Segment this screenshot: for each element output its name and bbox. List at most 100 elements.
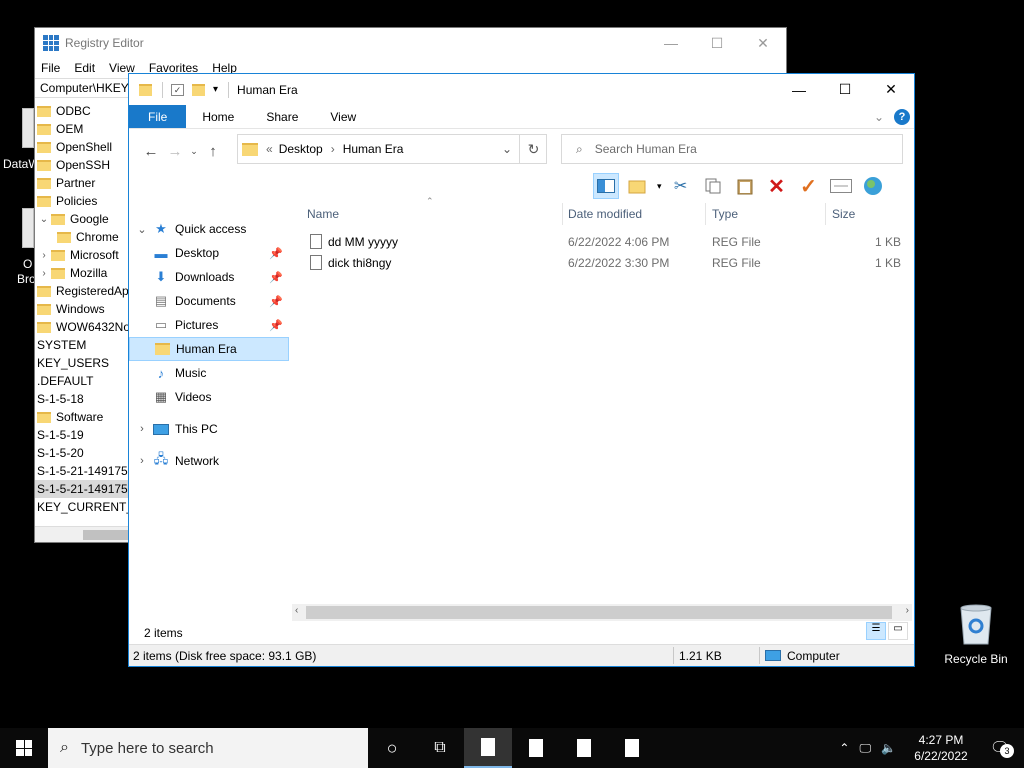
column-size[interactable]: Size: [832, 207, 855, 221]
registry-key[interactable]: RegisteredApp: [35, 282, 131, 300]
taskbar-app-3[interactable]: [560, 728, 608, 768]
taskbar-search-input[interactable]: ⌕ Type here to search: [48, 728, 368, 768]
preview-pane-icon[interactable]: [593, 173, 619, 199]
registry-key[interactable]: S-1-5-21-1491751: [35, 462, 131, 480]
new-folder-icon[interactable]: [192, 83, 205, 96]
search-input[interactable]: ⌕ Search Human Era: [561, 134, 903, 164]
column-type[interactable]: Type: [712, 207, 738, 221]
tab-share[interactable]: Share: [250, 105, 314, 128]
nav-item-downloads[interactable]: ⬇ Downloads 📌: [129, 265, 289, 289]
forward-icon[interactable]: →: [163, 143, 187, 160]
column-date-modified[interactable]: Date modified: [568, 207, 642, 221]
cortana-icon[interactable]: ○: [368, 728, 416, 768]
copy-icon[interactable]: [700, 173, 726, 199]
recycle-bin[interactable]: Recycle Bin: [940, 600, 1012, 666]
registry-key[interactable]: ODBC: [35, 102, 131, 120]
scroll-right-icon[interactable]: ›: [906, 605, 909, 616]
taskbar-app-4[interactable]: [608, 728, 656, 768]
network[interactable]: › 🖧 Network: [129, 449, 289, 473]
task-view-icon[interactable]: ⧉: [416, 728, 464, 768]
breadcrumb-desktop[interactable]: Desktop: [279, 142, 323, 156]
folder-options-icon[interactable]: [625, 173, 651, 199]
file-explorer-window[interactable]: ✓ ▾ Human Era — ☐ ✕ File Home Share View…: [128, 73, 915, 667]
nav-item-pictures[interactable]: ▭ Pictures 📌: [129, 313, 289, 337]
registry-key[interactable]: S-1-5-18: [35, 390, 131, 408]
customize-qat-icon[interactable]: ▾: [213, 84, 218, 95]
help-icon[interactable]: ?: [894, 108, 910, 125]
minimize-icon[interactable]: —: [648, 28, 694, 58]
registry-key[interactable]: .DEFAULT: [35, 372, 131, 390]
desktop-icon-partial-2[interactable]: [22, 208, 34, 248]
registry-key[interactable]: SYSTEM: [35, 336, 131, 354]
registry-key[interactable]: › Microsoft: [35, 246, 131, 264]
cut-icon[interactable]: ✂: [668, 173, 694, 199]
tab-home[interactable]: Home: [186, 105, 250, 128]
volume-icon[interactable]: 🔈: [881, 741, 896, 755]
this-pc[interactable]: › This PC: [129, 417, 289, 441]
start-button[interactable]: [0, 728, 48, 768]
registry-tree-scrollbar[interactable]: [35, 526, 131, 542]
properties-icon[interactable]: ✓: [171, 83, 184, 96]
registry-key[interactable]: Partner: [35, 174, 131, 192]
menu-edit[interactable]: Edit: [74, 61, 95, 75]
properties-icon[interactable]: [828, 173, 854, 199]
pin-icon[interactable]: 📌: [269, 319, 283, 332]
registry-key[interactable]: S-1-5-19: [35, 426, 131, 444]
quick-access[interactable]: ⌄ ★ Quick access: [129, 217, 289, 241]
pin-icon[interactable]: 📌: [269, 295, 283, 308]
scroll-left-icon[interactable]: ‹: [295, 605, 298, 616]
maximize-icon[interactable]: ☐: [694, 28, 740, 58]
chevron-down-icon[interactable]: ⌄: [135, 223, 149, 236]
nav-item-documents[interactable]: ▤ Documents 📌: [129, 289, 289, 313]
up-icon[interactable]: ↑: [201, 143, 225, 160]
chevron-right-icon[interactable]: ›: [135, 455, 149, 467]
registry-key[interactable]: OpenShell: [35, 138, 131, 156]
network-icon[interactable]: 🖵: [859, 741, 871, 756]
registry-key[interactable]: Policies: [35, 192, 131, 210]
details-view-icon[interactable]: ☰: [866, 622, 886, 640]
notification-center[interactable]: 🗨 3: [986, 738, 1014, 758]
registry-key[interactable]: › Mozilla: [35, 264, 131, 282]
address-overflow[interactable]: «: [266, 142, 273, 156]
registry-key[interactable]: ⌄ Google: [35, 210, 131, 228]
nav-item-human-era[interactable]: Human Era: [129, 337, 289, 361]
show-hidden-icons-icon[interactable]: ⌃: [839, 741, 849, 755]
delete-icon[interactable]: ✕: [764, 173, 790, 199]
pin-icon[interactable]: 📌: [269, 271, 283, 284]
breadcrumb-separator-icon[interactable]: ›: [331, 142, 335, 156]
options-dropdown-icon[interactable]: ▾: [657, 181, 662, 192]
address-bar[interactable]: « Desktop › Human Era ⌄: [237, 134, 547, 164]
chevron-right-icon[interactable]: ›: [135, 423, 149, 435]
file-row[interactable]: dd MM yyyyy 6/22/2022 4:06 PM REG File 1 KB: [292, 231, 912, 252]
registry-key[interactable]: Windows: [35, 300, 131, 318]
maximize-icon[interactable]: ☐: [822, 74, 868, 105]
registry-key[interactable]: S-1-5-21-1491751: [35, 480, 131, 498]
chevron-right-icon[interactable]: ›: [39, 250, 49, 261]
minimize-icon[interactable]: —: [776, 74, 822, 105]
rename-check-icon[interactable]: ✓: [796, 173, 822, 199]
registry-key[interactable]: S-1-5-20: [35, 444, 131, 462]
taskbar-app-2[interactable]: [512, 728, 560, 768]
registry-key[interactable]: Chrome: [35, 228, 131, 246]
close-icon[interactable]: ✕: [868, 74, 914, 105]
pin-icon[interactable]: 📌: [269, 247, 283, 260]
breadcrumb-human-era[interactable]: Human Era: [343, 142, 404, 156]
large-icons-view-icon[interactable]: ▭: [888, 622, 908, 640]
globe-icon[interactable]: [860, 173, 886, 199]
chevron-down-icon[interactable]: ⌄: [39, 214, 49, 225]
tab-file[interactable]: File: [129, 105, 187, 128]
refresh-icon[interactable]: ↻: [519, 134, 547, 164]
paste-icon[interactable]: [732, 173, 758, 199]
registry-key[interactable]: OpenSSH: [35, 156, 131, 174]
tab-view[interactable]: View: [314, 105, 372, 128]
column-name[interactable]: Name: [307, 207, 339, 221]
registry-key[interactable]: KEY_CURRENT_CO: [35, 498, 131, 516]
expand-ribbon-icon[interactable]: ⌄: [874, 110, 884, 124]
desktop-icon-partial[interactable]: [22, 108, 34, 148]
nav-item-desktop[interactable]: ▬ Desktop 📌: [129, 241, 289, 265]
recent-locations-icon[interactable]: ⌄: [187, 146, 201, 157]
horizontal-scrollbar[interactable]: ‹ ›: [292, 604, 912, 621]
file-row[interactable]: dick thi8ngy 6/22/2022 3:30 PM REG File 1 K…: [292, 252, 912, 273]
clock[interactable]: 4:27 PM 6/22/2022: [906, 732, 976, 764]
scrollbar-thumb[interactable]: [306, 606, 892, 619]
